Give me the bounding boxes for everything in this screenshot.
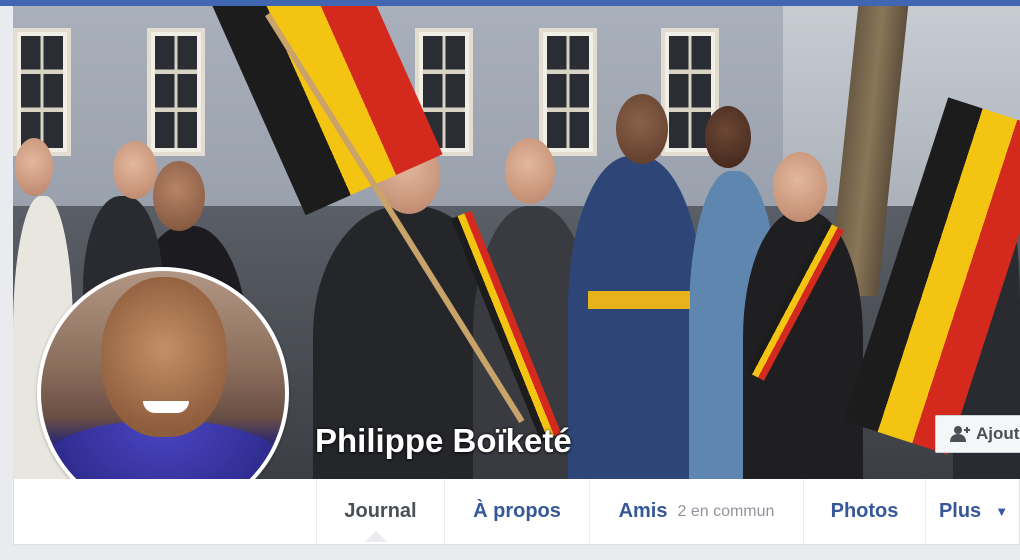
tab-friends[interactable]: Amis 2 en commun	[589, 479, 803, 544]
profile-nav: Journal À propos Amis 2 en commun Photos…	[13, 479, 1020, 545]
mutual-friends-count: 2 en commun	[677, 502, 775, 520]
cover-person	[568, 156, 703, 479]
tab-label: Plus	[938, 500, 982, 522]
cover-person-head	[505, 138, 555, 204]
profile-picture-face	[101, 277, 227, 437]
cover-window	[539, 28, 597, 156]
chevron-down-icon: ▼	[995, 504, 1009, 519]
cover-window	[13, 28, 71, 156]
add-friend-icon	[950, 426, 970, 442]
cover-person-head	[15, 138, 53, 196]
tab-label: Photos	[830, 500, 899, 522]
tab-photos[interactable]: Photos	[803, 479, 925, 544]
profile-name[interactable]: Philippe Boïketé	[315, 422, 572, 460]
tab-about[interactable]: À propos	[444, 479, 589, 544]
cover-person-head	[113, 141, 157, 199]
tab-label: Journal	[344, 500, 417, 522]
cover-person-head	[705, 106, 751, 168]
cover-person-head	[616, 94, 668, 164]
tab-label: À propos	[473, 500, 561, 522]
cover-sash	[588, 291, 690, 309]
tab-label: Amis	[618, 500, 668, 522]
cover-person-head	[773, 152, 827, 222]
tab-more[interactable]: Plus ▼	[925, 479, 1020, 544]
cover-window	[147, 28, 205, 156]
cover-person-head	[153, 161, 205, 231]
add-friend-button[interactable]: Ajout	[935, 415, 1020, 453]
page-background	[0, 545, 1020, 560]
add-friend-label: Ajout	[976, 424, 1020, 443]
profile-picture-smile	[143, 401, 189, 413]
active-tab-indicator	[365, 531, 387, 542]
